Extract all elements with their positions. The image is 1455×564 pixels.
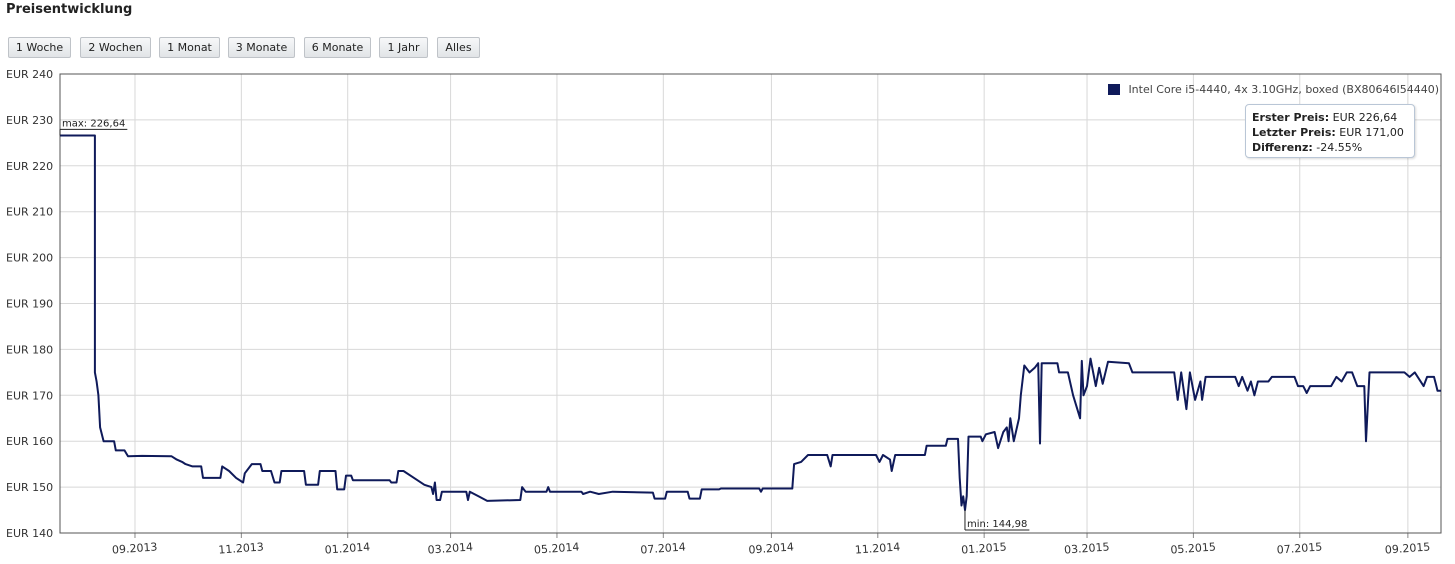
legend-label: Intel Core i5-4440, 4x 3.10GHz, boxed (B… [1128,82,1439,96]
x-tick-label: 11.2014 [854,540,900,556]
x-tick-label: 03.2014 [427,540,473,556]
y-tick-label: EUR 190 [6,298,53,311]
y-axis-labels: EUR 140 EUR 150 EUR 160 EUR 170 EUR 180 EUR 1… [6,68,53,540]
stats-first-value: EUR 226,64 [1332,111,1398,124]
y-tick-label: EUR 140 [6,527,53,540]
y-tick-label: EUR 240 [6,68,53,81]
annotations: max: 226,64 min: 144,98 [59,118,1030,531]
stats-diff-value: -24.55% [1316,141,1363,154]
x-tick-label: 09.2015 [1384,540,1430,556]
stats-first-label: Erster Preis: [1252,111,1330,124]
stats-first-price: Erster Preis: EUR 226,64 [1252,110,1408,125]
x-tick-label: 05.2015 [1170,540,1216,556]
legend[interactable]: Intel Core i5-4440, 4x 3.10GHz, boxed (B… [1108,81,1439,97]
y-tick-label: EUR 180 [6,343,53,356]
x-tick-label: 07.2015 [1276,540,1322,556]
price-stats-box: Erster Preis: EUR 226,64 Letzter Preis: … [1245,104,1415,158]
x-tick-label: 01.2014 [324,540,370,556]
series [60,134,1441,512]
price-series-line [60,134,1441,512]
x-tick-label: 11.2013 [218,540,264,556]
stats-last-price: Letzter Preis: EUR 171,00 [1252,125,1408,140]
grid [60,73,1441,538]
legend-swatch [1108,83,1121,95]
x-tick-label: 05.2014 [534,540,580,556]
stats-difference: Differenz: -24.55% [1252,140,1408,155]
x-tick-label: 09.2014 [748,540,794,556]
y-tick-label: EUR 200 [6,252,53,265]
y-tick-label: EUR 150 [6,481,53,494]
min-annotation: min: 144,98 [967,519,1027,530]
y-tick-label: EUR 170 [6,389,53,402]
max-annotation: max: 226,64 [62,118,125,129]
stats-diff-label: Differenz: [1252,141,1313,154]
y-tick-label: EUR 210 [6,206,53,219]
x-tick-label: 01.2015 [961,540,1007,556]
x-tick-label: 07.2014 [640,540,686,556]
stats-last-label: Letzter Preis: [1252,126,1336,139]
stats-last-value: EUR 171,00 [1339,126,1404,139]
y-tick-label: EUR 220 [6,160,53,173]
y-tick-label: EUR 230 [6,114,53,127]
x-axis-labels: 09.2013 11.2013 01.2014 03.2014 05.2014 07.20… [112,540,1431,556]
x-tick-label: 03.2015 [1064,540,1110,556]
x-tick-label: 09.2013 [112,540,158,556]
y-tick-label: EUR 160 [6,435,53,448]
